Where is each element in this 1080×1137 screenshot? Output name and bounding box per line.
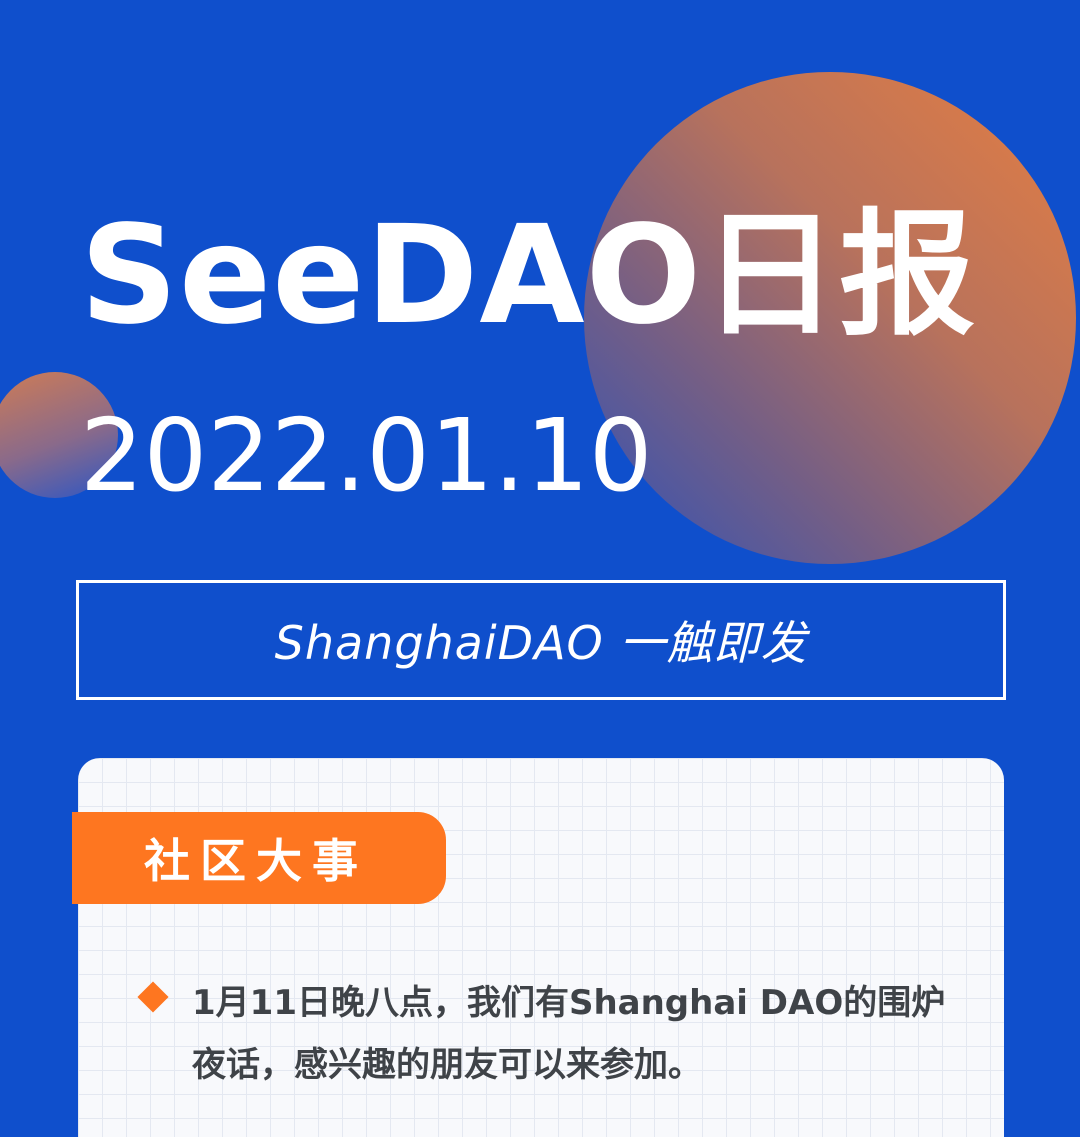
report-title: SeeDAO日报 <box>80 197 977 355</box>
section-label-text: 社区大事 <box>144 834 368 888</box>
report-date: 2022.01.10 <box>80 397 653 514</box>
daily-report-poster: SeeDAO日报 2022.01.10 ShanghaiDAO 一触即发 社区大… <box>0 0 1080 1137</box>
news-item: 1月11日晚八点，我们有Shanghai DAO的围炉夜话，感兴趣的朋友可以来参… <box>192 983 946 1085</box>
slogan-banner: ShanghaiDAO 一触即发 <box>76 580 1006 700</box>
slogan-text: ShanghaiDAO 一触即发 <box>274 616 808 670</box>
section-label-community-news: 社区大事 <box>72 812 446 904</box>
